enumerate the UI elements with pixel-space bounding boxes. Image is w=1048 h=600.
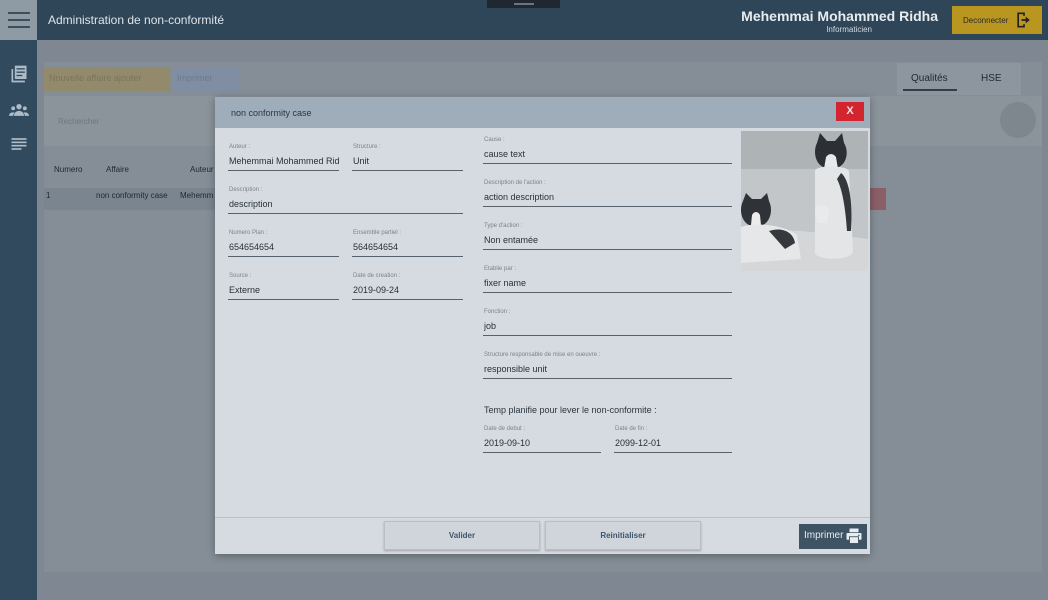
column-header-numero[interactable]: Numero	[54, 165, 82, 174]
numero-plan-underline	[228, 256, 339, 257]
active-tab-indicator	[903, 89, 957, 91]
structure-underline	[352, 170, 463, 171]
planning-title: Temp planifie pour lever le non-conformi…	[484, 405, 657, 415]
table-cell: Mehemm	[180, 191, 214, 200]
date-debut-field[interactable]: 2019-09-10	[484, 438, 601, 448]
row-status-marker	[870, 188, 886, 210]
description-action-underline	[483, 206, 732, 207]
fonction-field[interactable]: job	[484, 321, 732, 331]
description-label: Description :	[229, 187, 263, 193]
cause-underline	[483, 163, 732, 164]
logout-button[interactable]: Deconnecter	[952, 6, 1042, 34]
top-bar: Administration de non-conformité Mehemma…	[0, 0, 1048, 40]
etablie-par-field[interactable]: fixer name	[484, 278, 732, 288]
type-action-field[interactable]: Non entamée	[484, 235, 732, 245]
description-underline	[228, 213, 463, 214]
description-action-label: Description de l'action :	[484, 180, 546, 186]
structure-responsable-field[interactable]: responsible unit	[484, 364, 732, 374]
users-icon[interactable]	[9, 100, 29, 120]
structure-responsable-underline	[483, 378, 732, 379]
ensemble-partiel-underline	[352, 256, 463, 257]
date-fin-field[interactable]: 2099-12-01	[615, 438, 732, 448]
tab-hse[interactable]: HSE	[981, 73, 1002, 84]
date-fin-underline	[614, 452, 732, 453]
cats-image	[741, 131, 868, 271]
auteur-label: Auteur :	[229, 144, 251, 150]
logout-icon	[1017, 12, 1030, 28]
cause-label: Cause :	[484, 137, 505, 143]
description-action-field[interactable]: action description	[484, 192, 732, 202]
printer-icon	[846, 528, 862, 544]
date-fin-label: Date de fin :	[615, 426, 648, 432]
ensemble-partiel-label: Ensemble partiel :	[353, 230, 402, 236]
background-print-button[interactable]: Imprimer	[174, 67, 240, 91]
source-field[interactable]: Externe	[229, 285, 339, 295]
modal-header: non conformity case X	[215, 97, 870, 128]
print-button[interactable]: Imprimer	[799, 524, 867, 549]
numero-plan-field[interactable]: 654654654	[229, 242, 339, 252]
footer-divider	[215, 517, 870, 518]
source-underline	[228, 299, 339, 300]
structure-responsable-label: Structure responsable de mise en oueuvre…	[484, 352, 601, 358]
cause-field[interactable]: cause text	[484, 149, 732, 159]
new-case-button[interactable]: Nouvelle affaire ajouter	[44, 67, 170, 91]
sidebar	[0, 40, 37, 600]
numero-plan-label: Numero Plan :	[229, 230, 268, 236]
search-icon[interactable]	[1000, 102, 1036, 138]
structure-label: Structure :	[353, 144, 381, 150]
app-title: Administration de non-conformité	[48, 13, 225, 27]
drag-handle[interactable]	[487, 0, 560, 8]
description-field[interactable]: description	[229, 199, 463, 209]
documents-icon[interactable]	[9, 64, 29, 84]
table-cell: 1	[46, 191, 51, 200]
user-name: Mehemmai Mohammed Ridha	[741, 8, 938, 24]
source-label: Source :	[229, 273, 252, 279]
close-button[interactable]: X	[836, 102, 864, 121]
user-role: Informaticien	[826, 25, 872, 34]
date-debut-label: Date de debut :	[484, 426, 526, 432]
type-action-label: Type d'action :	[484, 223, 523, 229]
reset-button[interactable]: Reinitialiser	[545, 521, 701, 550]
fonction-underline	[483, 335, 732, 336]
tab-qualites[interactable]: Qualités	[911, 73, 948, 84]
hamburger-icon[interactable]	[0, 0, 37, 40]
date-debut-underline	[483, 452, 601, 453]
structure-field[interactable]: Unit	[353, 156, 463, 166]
etablie-par-underline	[483, 292, 732, 293]
logout-label: Deconnecter	[963, 15, 1009, 25]
modal-title: non conformity case	[231, 108, 312, 118]
fonction-label: Fonction :	[484, 309, 511, 315]
case-modal: non conformity case X Auteur : Mehemmai …	[215, 97, 870, 554]
column-header-auteur[interactable]: Auteur	[190, 165, 214, 174]
auteur-underline	[228, 170, 339, 171]
validate-button[interactable]: Valider	[384, 521, 540, 550]
type-action-underline	[483, 249, 732, 250]
column-header-affaire[interactable]: Affaire	[106, 165, 129, 174]
table-cell: non conformity case	[96, 191, 168, 200]
date-creation-label: Date de creation :	[353, 273, 401, 279]
etablie-par-label: Etablie par :	[484, 266, 517, 272]
list-icon[interactable]	[9, 134, 29, 154]
date-creation-field[interactable]: 2019-09-24	[353, 285, 463, 295]
print-label: Imprimer	[804, 530, 844, 541]
ensemble-partiel-field[interactable]: 564654654	[353, 242, 463, 252]
auteur-field[interactable]: Mehemmai Mohammed Ridha	[229, 156, 339, 166]
date-creation-underline	[352, 299, 463, 300]
case-photo	[741, 131, 868, 271]
search-input[interactable]: Rechercher	[58, 117, 99, 126]
